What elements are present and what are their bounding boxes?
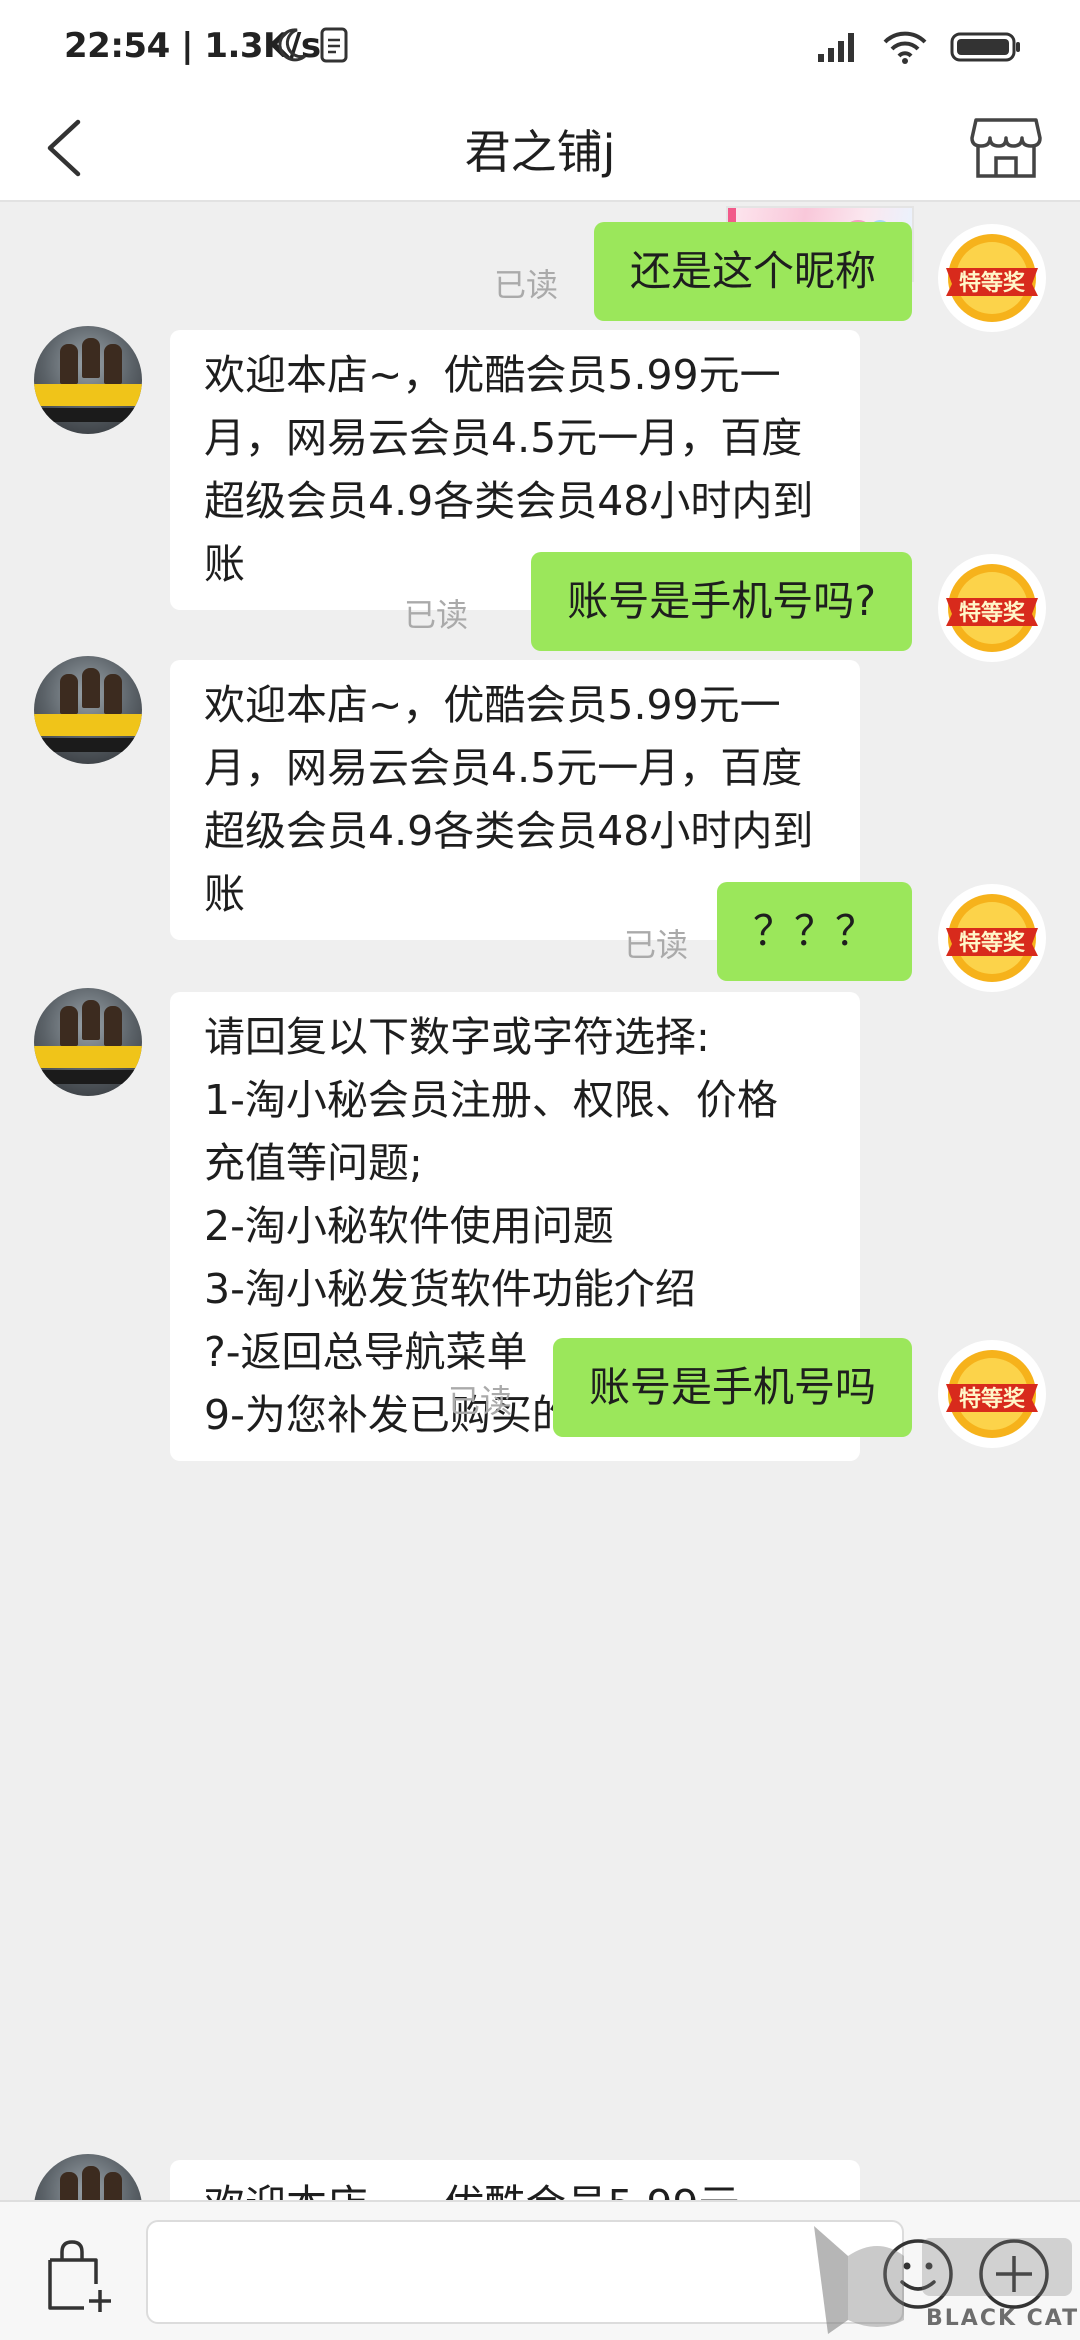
wifi-icon — [883, 31, 927, 64]
user-avatar[interactable]: 特等奖 — [938, 224, 1046, 332]
read-status: 已读 — [448, 1382, 513, 1420]
prize-badge-text: 特等奖 — [959, 600, 1026, 626]
outgoing-message-bubble[interactable]: 账号是手机号吗 — [553, 1338, 912, 1437]
chat-header: 君之铺j — [0, 96, 1080, 202]
outgoing-message-bubble[interactable]: 还是这个昵称 — [594, 222, 912, 321]
prize-badge-icon: 特等奖 — [946, 234, 1038, 322]
shop-avatar[interactable] — [34, 2154, 142, 2200]
message-text: 还是这个昵称 — [630, 247, 876, 295]
outgoing-message-bubble[interactable]: ？？？ — [717, 882, 912, 981]
read-status: 已读 — [404, 596, 469, 634]
prize-badge-icon: 特等奖 — [946, 564, 1038, 652]
message-input[interactable] — [146, 2220, 904, 2324]
prize-badge-text: 特等奖 — [959, 270, 1026, 296]
prize-badge-icon: 特等奖 — [946, 1350, 1038, 1438]
prize-badge-icon: 特等奖 — [946, 894, 1038, 982]
read-status: 已读 — [494, 266, 559, 304]
incoming-message-bubble[interactable]: 欢迎本店~，优酷会员5.99元一 — [170, 2160, 860, 2200]
page-title: 君之铺j — [464, 125, 616, 179]
shopping-bag-plus-icon[interactable] — [44, 2238, 116, 2314]
shop-avatar[interactable] — [34, 326, 142, 434]
watermark: BLACK CAT — [808, 2216, 1080, 2340]
watermark-text: BLACK CAT — [926, 2306, 1080, 2331]
read-status: 已读 — [624, 926, 689, 964]
user-avatar[interactable]: 特等奖 — [938, 1340, 1046, 1448]
shop-icon[interactable] — [968, 106, 1044, 186]
battery-icon — [950, 32, 1020, 62]
message-text: ？？？ — [753, 907, 876, 955]
message-text: 欢迎本店~，优酷会员5.99元一 — [204, 2181, 781, 2200]
shop-avatar[interactable] — [34, 988, 142, 1096]
shop-avatar[interactable] — [34, 656, 142, 764]
prize-badge-text: 特等奖 — [959, 930, 1026, 956]
signal-icon — [818, 33, 854, 62]
user-avatar[interactable]: 特等奖 — [938, 554, 1046, 662]
outgoing-message-bubble[interactable]: 账号是手机号吗? — [531, 552, 912, 651]
message-text: 账号是手机号吗? — [567, 577, 876, 625]
moon-icon — [278, 28, 307, 62]
user-avatar[interactable]: 特等奖 — [938, 884, 1046, 992]
message-text: 账号是手机号吗 — [589, 1363, 876, 1411]
document-icon — [320, 27, 348, 63]
chat-area[interactable]: 已读 已读 还是这个昵称 特等奖 欢迎本店~，优酷会员 — [0, 202, 1080, 2200]
status-bar: 22:54 | 1.3K/s — [0, 0, 1080, 96]
prize-badge-text: 特等奖 — [959, 1386, 1026, 1412]
